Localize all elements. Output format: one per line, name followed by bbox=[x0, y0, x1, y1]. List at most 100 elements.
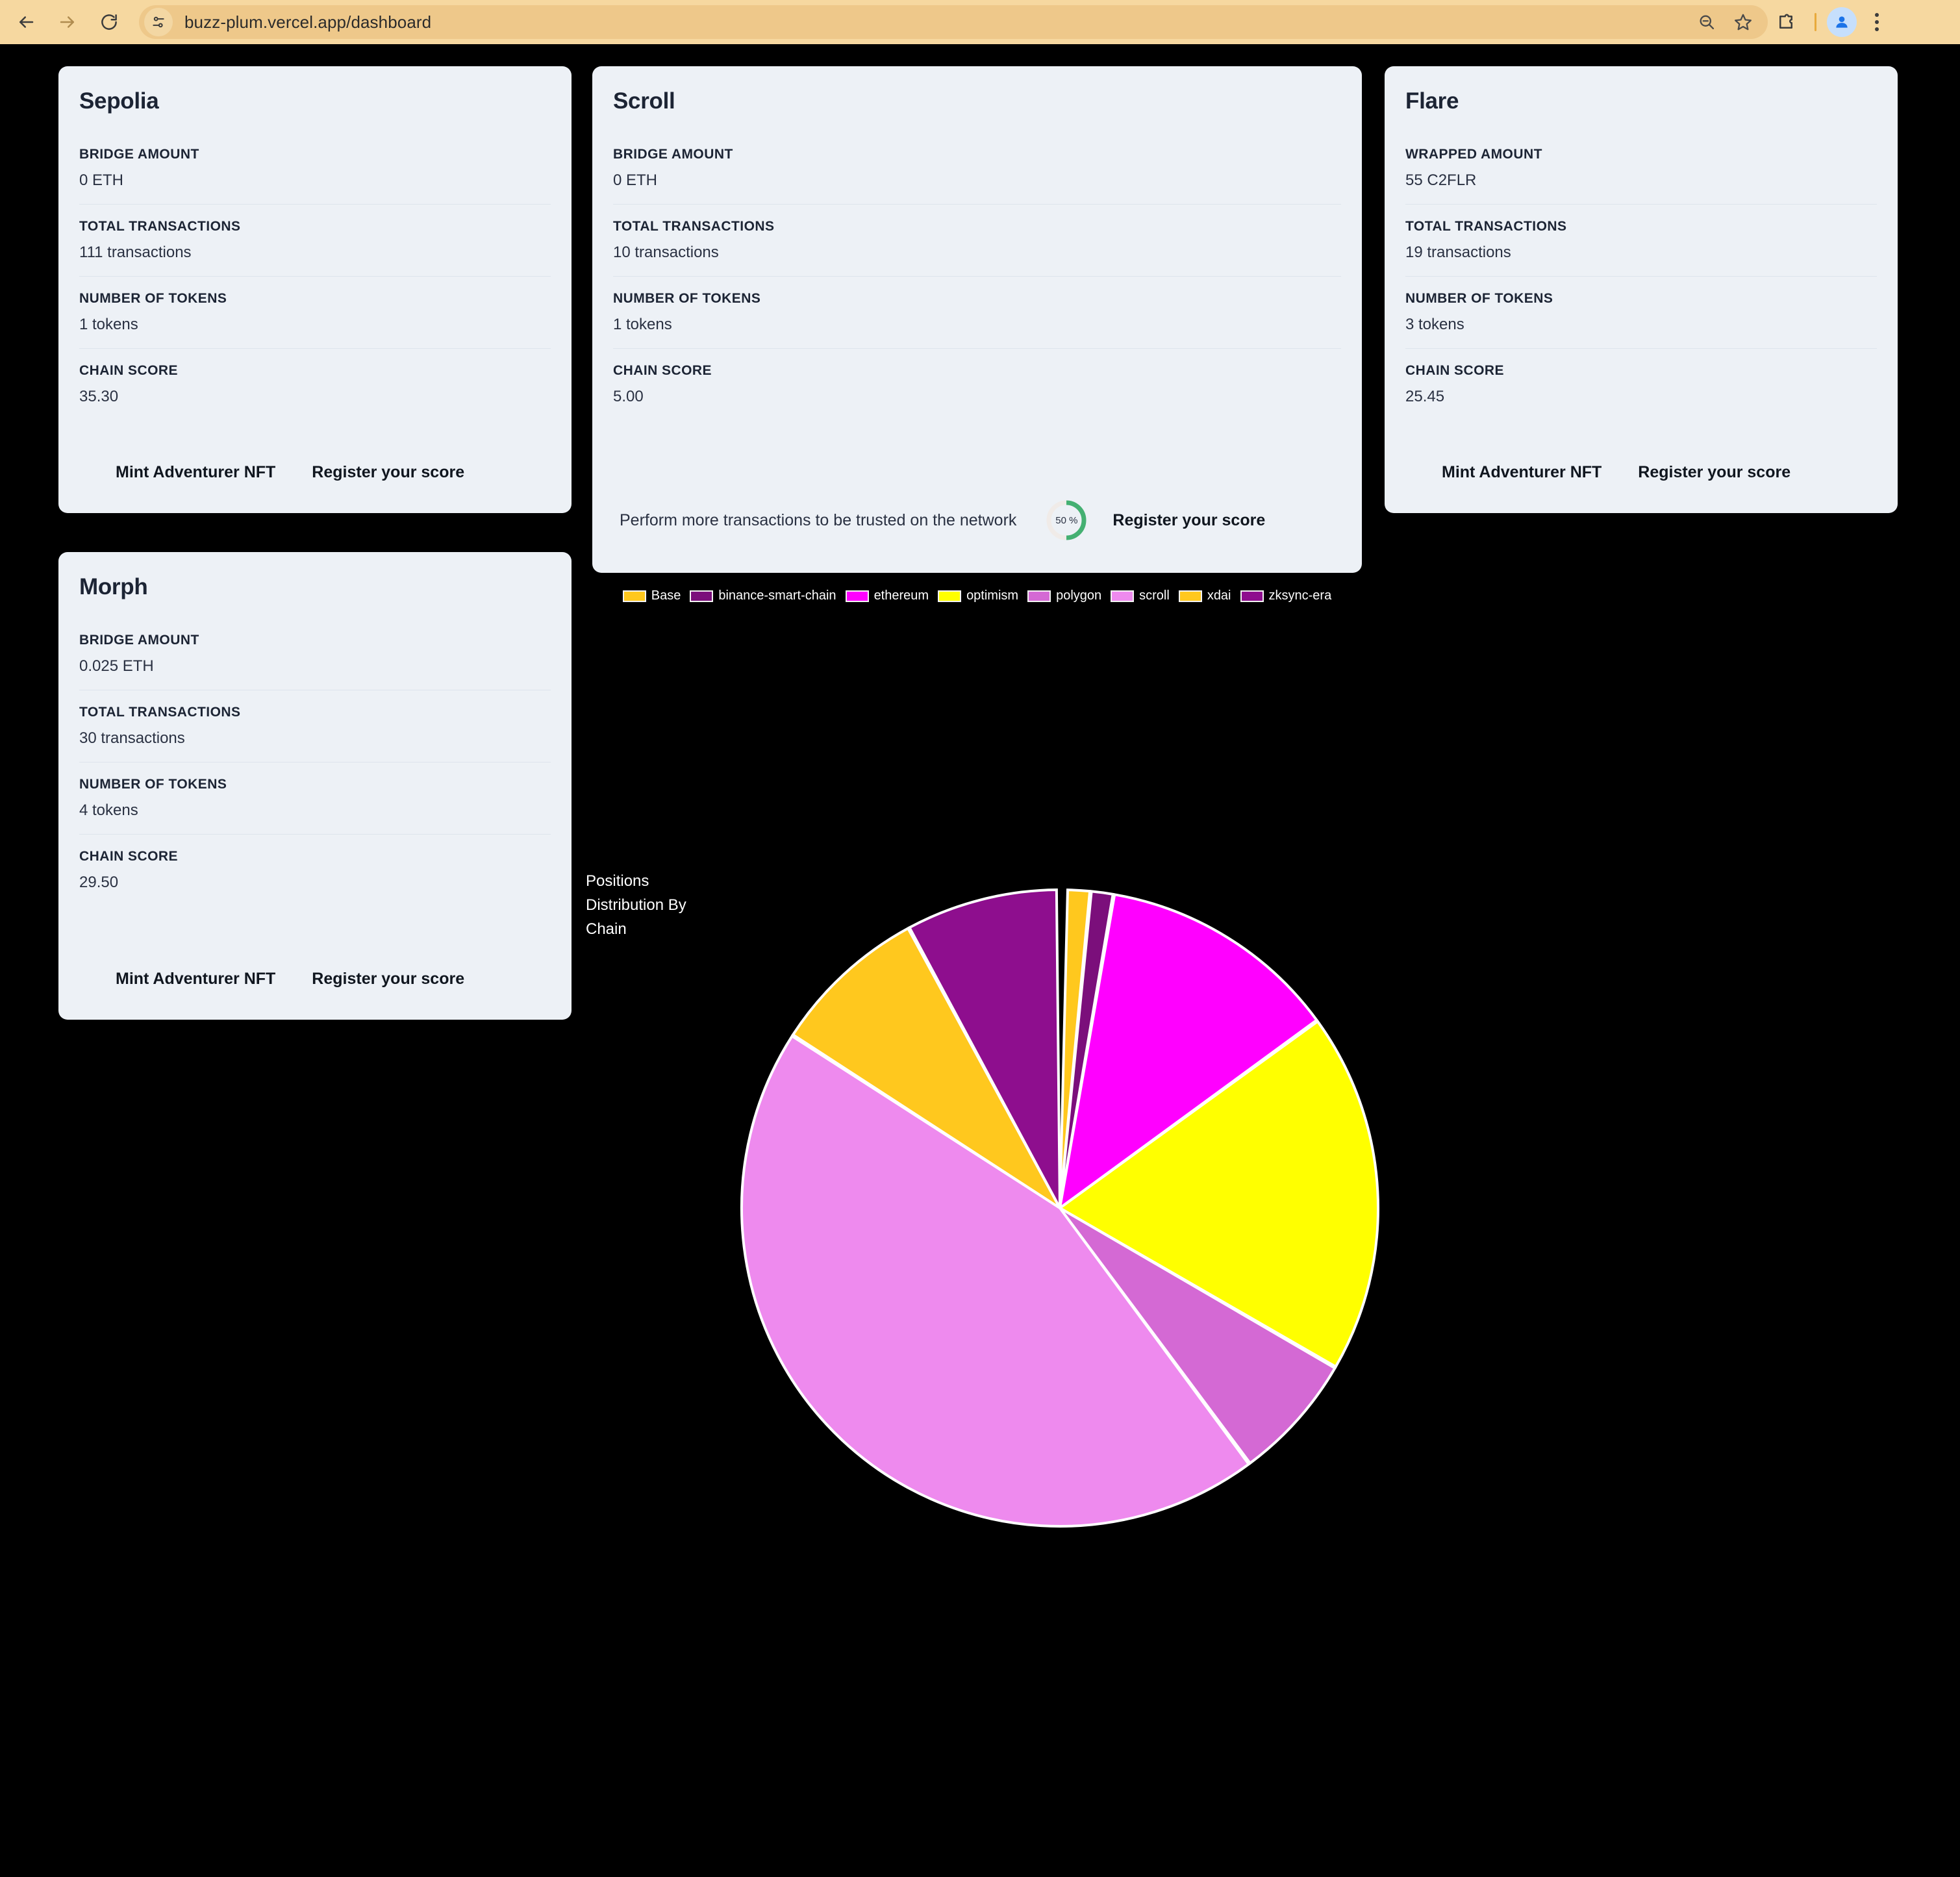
stat-row: BRIDGE AMOUNT 0 ETH bbox=[79, 147, 551, 204]
trust-gauge: 50 % bbox=[1045, 499, 1088, 542]
legend-item-binance-smart-chain[interactable]: binance-smart-chain bbox=[690, 588, 836, 603]
browser-toolbar: buzz-plum.vercel.app/dashboard bbox=[0, 0, 1960, 44]
pie-chart-svg bbox=[740, 888, 1379, 1528]
card-actions: Perform more transactions to be trusted … bbox=[613, 499, 1341, 542]
stat-label: NUMBER OF TOKENS bbox=[79, 291, 227, 306]
stat-value: 1 tokens bbox=[613, 316, 672, 333]
stat-label: NUMBER OF TOKENS bbox=[613, 291, 761, 306]
chain-card-scroll: Scroll BRIDGE AMOUNT 0 ETH TOTAL TRANSAC… bbox=[592, 66, 1362, 573]
card-title: Scroll bbox=[613, 88, 675, 114]
mint-adventurer-nft-button[interactable]: Mint Adventurer NFT bbox=[116, 463, 275, 482]
legend-item-base[interactable]: Base bbox=[622, 588, 681, 603]
chrome-menu-button[interactable] bbox=[1861, 6, 1893, 38]
card-actions: Mint Adventurer NFT Register your score bbox=[1405, 463, 1877, 482]
toolbar-divider bbox=[1815, 13, 1816, 31]
stat-value: 55 C2FLR bbox=[1405, 171, 1477, 189]
forward-button[interactable] bbox=[49, 4, 86, 40]
pie-canvas bbox=[436, 604, 1709, 1877]
stat-value: 111 transactions bbox=[79, 244, 192, 261]
stat-value: 19 transactions bbox=[1405, 244, 1511, 261]
legend-label: polygon bbox=[1056, 588, 1102, 603]
card-title: Morph bbox=[79, 574, 148, 599]
gauge-value-text: 50 % bbox=[1055, 514, 1078, 526]
chart-legend: Base binance-smart-chain ethereum optimism p… bbox=[592, 585, 1362, 603]
legend-label: optimism bbox=[966, 588, 1019, 603]
stat-row: TOTAL TRANSACTIONS 10 transactions bbox=[613, 204, 1341, 276]
legend-label: ethereum bbox=[873, 588, 929, 603]
star-icon bbox=[1735, 14, 1752, 31]
reload-icon bbox=[101, 14, 117, 30]
menu-dot bbox=[1875, 27, 1879, 31]
stat-label: WRAPPED AMOUNT bbox=[1405, 147, 1542, 162]
legend-label: scroll bbox=[1139, 588, 1170, 603]
legend-swatch-icon bbox=[1111, 590, 1135, 602]
site-info-button[interactable] bbox=[144, 8, 173, 36]
card-title: Sepolia bbox=[79, 88, 159, 114]
legend-swatch-icon bbox=[622, 590, 646, 602]
stat-label: TOTAL TRANSACTIONS bbox=[613, 219, 775, 234]
legend-label: Base bbox=[651, 588, 681, 603]
legend-item-scroll[interactable]: scroll bbox=[1111, 588, 1170, 603]
tune-icon bbox=[153, 16, 164, 28]
stat-label: TOTAL TRANSACTIONS bbox=[1405, 219, 1567, 234]
person-icon bbox=[1836, 16, 1848, 28]
stat-value: 0 ETH bbox=[613, 171, 658, 189]
stat-row: CHAIN SCORE 35.30 bbox=[79, 348, 551, 420]
legend-item-xdai[interactable]: xdai bbox=[1178, 588, 1231, 603]
register-score-button[interactable]: Register your score bbox=[1638, 463, 1790, 482]
reload-button[interactable] bbox=[91, 4, 127, 40]
dashboard-page: Sepolia BRIDGE AMOUNT 0 ETH TOTAL TRANSA… bbox=[0, 44, 1960, 1528]
mint-adventurer-nft-button[interactable]: Mint Adventurer NFT bbox=[116, 970, 275, 989]
stat-row: TOTAL TRANSACTIONS 19 transactions bbox=[1405, 204, 1877, 276]
back-button[interactable] bbox=[8, 4, 44, 40]
stat-row: WRAPPED AMOUNT 55 C2FLR bbox=[1405, 147, 1877, 204]
stat-label: BRIDGE AMOUNT bbox=[613, 147, 733, 162]
stat-row: CHAIN SCORE 25.45 bbox=[1405, 348, 1877, 420]
legend-swatch-icon bbox=[1027, 590, 1051, 602]
legend-item-optimism[interactable]: optimism bbox=[938, 588, 1018, 603]
legend-swatch-icon bbox=[845, 590, 869, 602]
register-score-button[interactable]: Register your score bbox=[1112, 511, 1265, 530]
toolbar-actions bbox=[1768, 4, 1902, 40]
stat-label: NUMBER OF TOKENS bbox=[1405, 291, 1553, 306]
extensions-button[interactable] bbox=[1768, 4, 1804, 40]
stat-label: TOTAL TRANSACTIONS bbox=[79, 219, 241, 234]
stat-label: CHAIN SCORE bbox=[1405, 363, 1504, 378]
legend-item-ethereum[interactable]: ethereum bbox=[845, 588, 929, 603]
stat-value: 10 transactions bbox=[613, 244, 719, 261]
legend-item-zksync-era[interactable]: zksync-era bbox=[1240, 588, 1332, 603]
legend-label: xdai bbox=[1207, 588, 1231, 603]
stat-value: 25.45 bbox=[1405, 388, 1445, 405]
stat-label: CHAIN SCORE bbox=[79, 363, 178, 378]
card-actions: Mint Adventurer NFT Register your score bbox=[79, 463, 551, 482]
profile-button[interactable] bbox=[1827, 7, 1857, 37]
legend-label: binance-smart-chain bbox=[718, 588, 836, 603]
stat-row: NUMBER OF TOKENS 1 tokens bbox=[613, 276, 1341, 348]
stat-value: 35.30 bbox=[79, 388, 119, 405]
bookmark-button[interactable] bbox=[1725, 4, 1761, 40]
stat-value: 1 tokens bbox=[79, 316, 138, 333]
menu-dot bbox=[1875, 13, 1879, 17]
register-score-button[interactable]: Register your score bbox=[312, 463, 464, 482]
legend-item-polygon[interactable]: polygon bbox=[1027, 588, 1101, 603]
arrow-left-icon bbox=[19, 16, 34, 28]
legend-swatch-icon bbox=[1178, 590, 1202, 602]
card-title: Flare bbox=[1405, 88, 1459, 114]
stat-row: NUMBER OF TOKENS 1 tokens bbox=[79, 276, 551, 348]
chain-card-sepolia: Sepolia BRIDGE AMOUNT 0 ETH TOTAL TRANSA… bbox=[58, 66, 572, 513]
url-text: buzz-plum.vercel.app/dashboard bbox=[184, 12, 432, 32]
stat-value: 5.00 bbox=[613, 388, 644, 405]
stat-label: BRIDGE AMOUNT bbox=[79, 147, 199, 162]
mint-adventurer-nft-button[interactable]: Mint Adventurer NFT bbox=[1442, 463, 1602, 482]
arrow-right-icon bbox=[60, 16, 74, 28]
legend-swatch-icon bbox=[1240, 590, 1264, 602]
chain-card-flare: Flare WRAPPED AMOUNT 55 C2FLR TOTAL TRAN… bbox=[1385, 66, 1898, 513]
menu-dot bbox=[1875, 20, 1879, 24]
stat-row: CHAIN SCORE 5.00 bbox=[613, 348, 1341, 420]
positions-distribution-chart: Base binance-smart-chain ethereum optimism p… bbox=[586, 585, 1379, 1528]
zoom-out-button[interactable] bbox=[1689, 4, 1725, 40]
legend-label: zksync-era bbox=[1268, 588, 1332, 603]
address-bar[interactable]: buzz-plum.vercel.app/dashboard bbox=[139, 5, 1768, 39]
trust-hint-text: Perform more transactions to be trusted … bbox=[620, 510, 1017, 529]
extensions-puzzle-icon bbox=[1779, 14, 1792, 29]
